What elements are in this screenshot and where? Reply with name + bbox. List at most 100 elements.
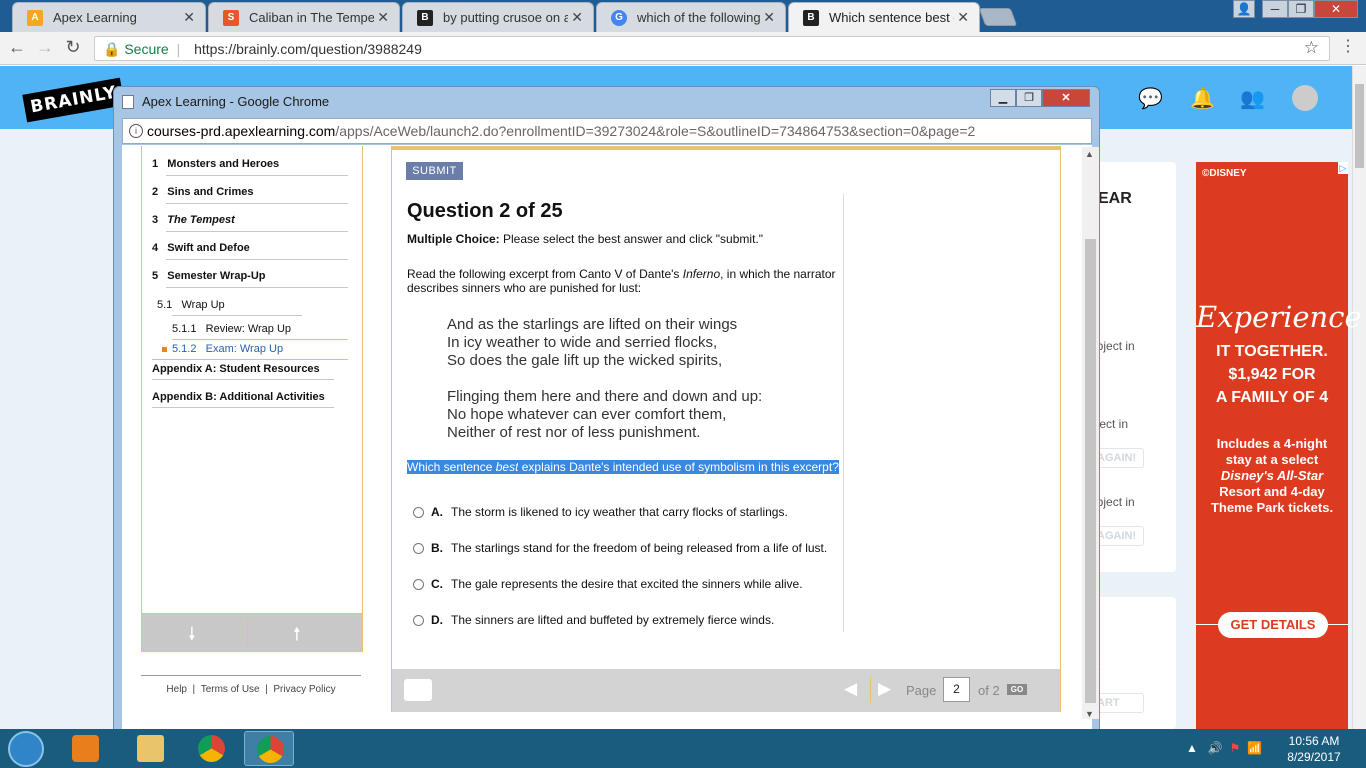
previous-page-icon[interactable]: ◀ bbox=[844, 679, 857, 699]
outline-sub-5-1[interactable]: 5.1 Wrap Up bbox=[157, 299, 225, 311]
radio-button[interactable] bbox=[413, 507, 424, 519]
tab-caliban[interactable]: S Caliban in The Tempest ✕ bbox=[208, 2, 400, 32]
popup-address-bar[interactable]: i courses-prd.apexlearning.com/apps/AceW… bbox=[122, 118, 1092, 144]
footer-links: Help | Terms of Use | Privacy Policy bbox=[141, 675, 361, 695]
appendix-a[interactable]: Appendix A: Student Resources bbox=[152, 363, 320, 375]
disney-ad[interactable]: ©DISNEY ▷ Experience IT TOGETHER. $1,942… bbox=[1196, 162, 1362, 729]
radio-button[interactable] bbox=[413, 579, 424, 591]
action-center-icon[interactable]: ⚑ bbox=[1230, 741, 1241, 755]
taskbar-chrome[interactable] bbox=[186, 731, 236, 766]
back-icon[interactable]: ← bbox=[6, 37, 28, 58]
ad-line: $1,942 FOR bbox=[1228, 366, 1316, 383]
card-heading: EAR bbox=[1098, 190, 1132, 207]
outline-item-1[interactable]: 1 Monsters and Heroes bbox=[152, 158, 279, 170]
google-favicon-icon: G bbox=[611, 10, 627, 26]
help-link[interactable]: Help bbox=[166, 684, 187, 695]
popup-maximize-button[interactable]: ❐ bbox=[1016, 89, 1042, 107]
close-icon[interactable]: ✕ bbox=[571, 9, 583, 26]
next-page-icon[interactable]: ▶ bbox=[878, 679, 891, 699]
close-icon[interactable]: ✕ bbox=[763, 9, 775, 26]
friends-icon[interactable]: 👥 bbox=[1240, 86, 1265, 111]
get-details-button[interactable]: GET DETAILS bbox=[1218, 612, 1328, 638]
divider bbox=[166, 259, 348, 260]
windows-taskbar: ▲ 🔊 ⚑ 📶 10:56 AM 8/29/2017 bbox=[0, 729, 1366, 768]
page-number-input[interactable]: 2 bbox=[943, 677, 970, 702]
network-icon[interactable]: 📶 bbox=[1247, 741, 1262, 755]
ad-headline: Experience bbox=[1196, 300, 1362, 334]
show-hidden-icons[interactable]: ▲ bbox=[1186, 741, 1198, 755]
system-clock[interactable]: 10:56 AM 8/29/2017 bbox=[1284, 733, 1344, 765]
ad-line: A FAMILY OF 4 bbox=[1215, 389, 1329, 406]
menu-icon[interactable]: ⋮ bbox=[1340, 36, 1356, 56]
new-tab-button[interactable] bbox=[978, 8, 1018, 26]
go-button[interactable]: GO bbox=[1007, 684, 1027, 695]
popup-scrollbar[interactable]: ▲ ▼ bbox=[1082, 147, 1099, 719]
address-bar[interactable]: 🔒 Secure | https://brainly.com/question/… bbox=[94, 36, 1330, 61]
ad-line: IT TOGETHER. bbox=[1216, 343, 1328, 360]
outline-label: Swift and Defoe bbox=[167, 242, 250, 254]
question-footer: ◀ ▶ Page 2 of 2 GO bbox=[392, 669, 1060, 712]
messages-icon[interactable]: 💬 bbox=[1138, 86, 1163, 111]
radio-button[interactable] bbox=[413, 615, 424, 627]
outline-item-5[interactable]: 5 Semester Wrap-Up bbox=[152, 270, 266, 282]
tab-google-search[interactable]: G which of the following st ✕ bbox=[596, 2, 786, 32]
apex-popup-window: Apex Learning - Google Chrome ▁ ❐ ✕ i co… bbox=[113, 86, 1100, 737]
close-icon[interactable]: ✕ bbox=[377, 9, 389, 26]
scrollbar-thumb[interactable] bbox=[1355, 84, 1364, 168]
maximize-button[interactable]: ❐ bbox=[1288, 0, 1314, 18]
adchoices-icon[interactable]: ▷ bbox=[1338, 162, 1348, 174]
tab-apex-learning[interactable]: A Apex Learning ✕ bbox=[12, 2, 206, 32]
close-icon[interactable]: ✕ bbox=[957, 9, 969, 26]
outline-item-4[interactable]: 4 Swift and Defoe bbox=[152, 242, 250, 254]
volume-icon[interactable]: 🔊 bbox=[1208, 741, 1223, 755]
page-scrollbar[interactable] bbox=[1352, 66, 1366, 729]
notifications-icon[interactable]: 🔔 bbox=[1190, 86, 1215, 111]
appendix-b[interactable]: Appendix B: Additional Activities bbox=[152, 391, 325, 403]
print-icon[interactable] bbox=[404, 679, 432, 701]
answer-option-a[interactable]: A. The storm is likened to icy weather th… bbox=[413, 505, 788, 519]
poem-line: And as the starlings are lifted on their… bbox=[447, 316, 738, 333]
answer-option-b[interactable]: B. The starlings stand for the freedom of… bbox=[413, 541, 827, 555]
user-profile-button[interactable]: 👤 bbox=[1233, 0, 1255, 18]
privacy-link[interactable]: Privacy Policy bbox=[273, 684, 335, 695]
answer-option-d[interactable]: D. The sinners are lifted and buffeted by… bbox=[413, 613, 774, 627]
ad-brand: ©DISNEY bbox=[1202, 168, 1247, 179]
instruction-text: Please select the best answer and click … bbox=[503, 232, 763, 246]
answer-option-c[interactable]: C. The gale represents the desire that ex… bbox=[413, 577, 803, 591]
arrow-down-icon[interactable]: 🠗 bbox=[188, 622, 196, 652]
outline-num: 2 bbox=[152, 186, 159, 198]
outline-item-2[interactable]: 2 Sins and Crimes bbox=[152, 186, 254, 198]
close-icon[interactable]: ✕ bbox=[183, 9, 195, 26]
scrollbar-thumb[interactable] bbox=[1085, 239, 1096, 703]
reload-icon[interactable]: ↻ bbox=[62, 37, 84, 58]
option-text: The sinners are lifted and buffeted by e… bbox=[451, 613, 775, 627]
submit-button[interactable]: SUBMIT bbox=[406, 162, 463, 180]
outline-sub-5-1-1[interactable]: 5.1.1 Review: Wrap Up bbox=[172, 323, 291, 335]
radio-button[interactable] bbox=[413, 543, 424, 555]
outline-item-3[interactable]: 3 The Tempest bbox=[152, 214, 235, 226]
outline-num: 5 bbox=[152, 270, 159, 282]
taskbar-media-player[interactable] bbox=[60, 731, 110, 766]
popup-close-button[interactable]: ✕ bbox=[1042, 89, 1090, 107]
outline-sub-5-1-2-current[interactable]: 5.1.2 Exam: Wrap Up bbox=[162, 343, 283, 355]
tab-which-sentence[interactable]: B Which sentence best exp ✕ bbox=[788, 2, 980, 32]
chrome-icon bbox=[198, 735, 225, 762]
terms-link[interactable]: Terms of Use bbox=[201, 684, 260, 695]
taskbar-chrome-active[interactable] bbox=[244, 731, 294, 766]
taskbar-file-explorer[interactable] bbox=[125, 731, 175, 766]
tab-crusoe[interactable]: B by putting crusoe on a d ✕ bbox=[402, 2, 594, 32]
close-window-button[interactable]: ✕ bbox=[1314, 0, 1358, 18]
bookmark-star-icon[interactable]: ☆ bbox=[1304, 38, 1319, 58]
forward-icon[interactable]: → bbox=[34, 37, 56, 58]
minimize-button[interactable]: ─ bbox=[1262, 0, 1288, 18]
prompt-emphasis: best bbox=[495, 460, 519, 474]
popup-minimize-button[interactable]: ▁ bbox=[990, 89, 1016, 107]
outline-label: The Tempest bbox=[167, 214, 235, 226]
question-instruction: Multiple Choice: Please select the best … bbox=[407, 232, 763, 246]
avatar[interactable] bbox=[1292, 85, 1318, 111]
start-button[interactable] bbox=[8, 731, 44, 767]
arrow-up-icon[interactable]: 🠕 bbox=[293, 622, 301, 652]
scroll-up-icon[interactable]: ▲ bbox=[1085, 149, 1094, 159]
scroll-down-icon[interactable]: ▼ bbox=[1085, 709, 1094, 719]
info-icon[interactable]: i bbox=[129, 124, 143, 138]
